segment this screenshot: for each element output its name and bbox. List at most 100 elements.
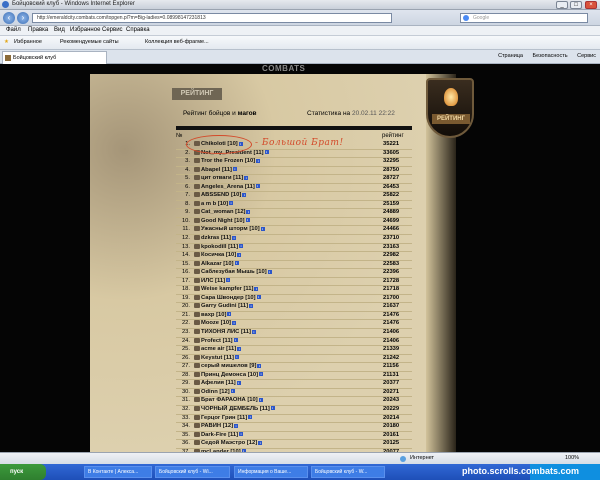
player-entry[interactable]: Weise kampfer [11] i xyxy=(194,286,259,294)
player-entry[interactable]: Not_my_President [11] i xyxy=(194,149,269,158)
player-entry[interactable]: Брат ФАРАОНА [10] i xyxy=(194,397,263,405)
player-nick[interactable]: Angeles_Arena xyxy=(201,184,243,190)
player-entry[interactable]: Cat_woman [12] i xyxy=(194,209,251,217)
player-nick[interactable]: Герцог Грин xyxy=(201,415,236,421)
menu-view[interactable]: Вид xyxy=(54,27,65,33)
task-combats-1[interactable]: Бойцовский клуб - Wi... xyxy=(155,466,230,478)
player-nick[interactable]: Abapel xyxy=(201,167,220,173)
info-icon[interactable]: i xyxy=(234,423,239,428)
zoom-level[interactable]: 100% xyxy=(565,455,579,461)
info-icon[interactable]: i xyxy=(242,192,247,197)
player-entry[interactable]: Abapel [11] i xyxy=(194,166,237,175)
player-nick[interactable]: серый мишелов xyxy=(201,363,248,369)
info-icon[interactable]: i xyxy=(260,226,265,231)
player-entry[interactable]: РАВИН [12] i xyxy=(194,423,239,431)
player-entry[interactable]: Ужасный шторм [10] i xyxy=(194,226,265,234)
info-icon[interactable]: i xyxy=(232,167,237,172)
player-entry[interactable]: ИЛС [11] i xyxy=(194,277,231,286)
page-menu[interactable]: Страница xyxy=(498,53,523,59)
player-entry[interactable]: Tror the Frozen [10] i xyxy=(194,158,261,166)
player-entry[interactable]: Odinn [12] i xyxy=(194,388,235,397)
player-nick[interactable]: Седой Маэстро xyxy=(201,440,245,446)
player-nick[interactable]: цит отваги xyxy=(201,175,232,181)
info-icon[interactable]: i xyxy=(226,278,231,283)
info-icon[interactable]: i xyxy=(237,346,242,351)
minimize-button[interactable]: _ xyxy=(556,1,568,9)
player-nick[interactable]: Not_my_President xyxy=(201,150,252,156)
player-nick[interactable]: Брат ФАРАОНА xyxy=(201,397,246,403)
info-icon[interactable]: i xyxy=(234,355,239,360)
player-nick[interactable]: Weise kampfer xyxy=(201,286,242,292)
player-entry[interactable]: Keystut [11] i xyxy=(194,354,239,363)
player-nick[interactable]: ЧОРНЫЙ ДЕМБЕЛЬ xyxy=(201,406,258,412)
info-icon[interactable]: i xyxy=(255,184,260,189)
info-icon[interactable]: i xyxy=(239,244,244,249)
info-icon[interactable]: i xyxy=(227,312,232,317)
player-entry[interactable]: Angeles_Arena [11] i xyxy=(194,183,260,192)
task-vkontakte[interactable]: В Контакте | Алекса... xyxy=(84,466,152,478)
info-icon[interactable]: i xyxy=(233,338,238,343)
menu-help[interactable]: Справка xyxy=(126,27,150,33)
player-entry[interactable]: Седой Маэстро [12] i xyxy=(194,440,263,448)
player-entry[interactable]: acme air [11] i xyxy=(194,346,242,354)
maximize-button[interactable]: □ xyxy=(570,1,582,9)
info-icon[interactable]: i xyxy=(258,397,263,402)
player-nick[interactable]: Profect xyxy=(201,338,221,344)
player-nick[interactable]: вахр xyxy=(201,312,214,318)
info-icon[interactable]: i xyxy=(270,406,275,411)
player-nick[interactable]: РАВИН xyxy=(201,423,221,429)
player-entry[interactable]: dzkras [11] i xyxy=(194,235,236,243)
player-entry[interactable]: Good Night [10] i xyxy=(194,217,250,226)
player-entry[interactable]: Dark-Fire [11] i xyxy=(194,431,244,440)
info-icon[interactable]: i xyxy=(249,303,254,308)
player-entry[interactable]: Принц Демонса [10] i xyxy=(194,371,264,380)
player-nick[interactable]: ABSSEND xyxy=(201,192,229,198)
player-entry[interactable]: Alkazar [10] i xyxy=(194,260,239,269)
info-icon[interactable]: i xyxy=(256,295,261,300)
player-nick[interactable]: Афелия xyxy=(201,380,224,386)
player-entry[interactable]: ТИХОНЯ ЛИС [11] i xyxy=(194,329,256,337)
player-entry[interactable]: Афелия [11] i xyxy=(194,380,241,388)
player-nick[interactable]: Cat_woman xyxy=(201,209,234,215)
info-icon[interactable]: i xyxy=(244,175,249,180)
info-icon[interactable]: i xyxy=(234,261,239,266)
url-input[interactable]: http://emeraldcity.combats.com/topgen.pl… xyxy=(32,13,392,23)
player-entry[interactable]: Косичка [10] i xyxy=(194,252,242,260)
player-nick[interactable]: a m b xyxy=(201,201,216,207)
player-nick[interactable]: Chikoloti xyxy=(201,141,226,147)
player-nick[interactable]: Alkazar xyxy=(201,261,222,267)
player-entry[interactable]: Garry Gudini [11] i xyxy=(194,303,254,311)
player-entry[interactable]: Саблезубая Мышь [10] i xyxy=(194,269,272,277)
back-button[interactable]: ‹ xyxy=(3,12,15,24)
info-icon[interactable]: i xyxy=(259,372,264,377)
info-icon[interactable]: i xyxy=(239,432,244,437)
player-nick[interactable]: Косичка xyxy=(201,252,224,258)
player-nick[interactable]: dzkras xyxy=(201,235,219,241)
player-nick[interactable]: Ужасный шторм xyxy=(201,227,248,233)
favorite-link-webslices[interactable]: Коллекция веб-фрагме... xyxy=(145,39,209,45)
heading-mages-link[interactable]: магов xyxy=(238,110,257,117)
start-button[interactable]: пуск xyxy=(0,464,46,480)
player-entry[interactable]: ЧОРНЫЙ ДЕМБЕЛЬ [11] i xyxy=(194,405,275,414)
player-entry[interactable]: Profect [11] i xyxy=(194,337,238,346)
player-entry[interactable]: kpokodill [11] i xyxy=(194,243,244,252)
player-nick[interactable]: Принц Демонса xyxy=(201,372,246,378)
favorite-link-suggested[interactable]: Рекомендуемые сайты xyxy=(60,39,119,45)
player-entry[interactable]: серый мишелов [9] i xyxy=(194,363,262,371)
player-nick[interactable]: Tror the Frozen xyxy=(201,158,243,164)
info-icon[interactable]: i xyxy=(248,415,253,419)
player-nick[interactable]: Mooze xyxy=(201,321,219,327)
player-entry[interactable]: Chikoloti [10] i xyxy=(194,141,243,149)
info-icon[interactable]: i xyxy=(246,209,251,214)
player-entry[interactable]: цит отваги [11] i xyxy=(194,175,249,183)
task-combats-2[interactable]: Бойцовский клуб - W... xyxy=(311,466,385,478)
info-icon[interactable]: i xyxy=(231,320,236,325)
info-icon[interactable]: i xyxy=(232,235,236,240)
menu-edit[interactable]: Правка xyxy=(28,27,48,33)
info-icon[interactable]: i xyxy=(256,158,261,163)
info-icon[interactable]: i xyxy=(258,440,263,445)
info-icon[interactable]: i xyxy=(238,141,243,146)
forward-button[interactable]: › xyxy=(17,12,29,24)
info-icon[interactable]: i xyxy=(230,389,235,394)
info-icon[interactable]: i xyxy=(237,252,242,257)
